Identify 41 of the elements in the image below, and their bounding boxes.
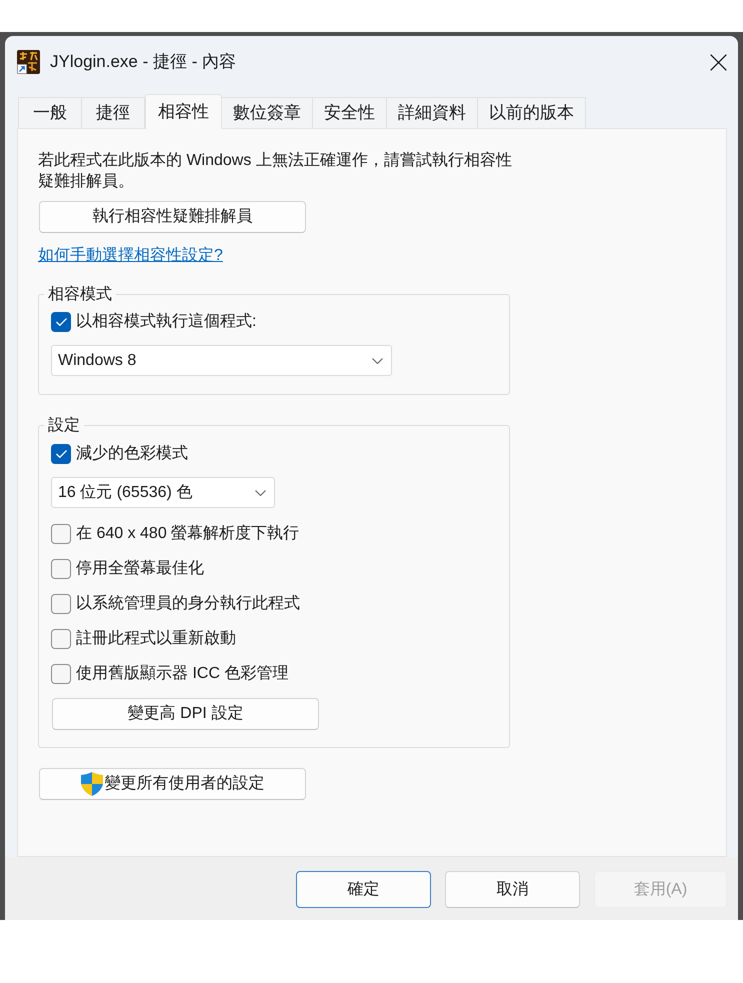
help-link[interactable]: 如何手動選擇相容性設定? — [38, 245, 223, 266]
checkbox-label: 以相容模式執行這個程式: — [76, 312, 256, 332]
group-legend: 相容模式 — [44, 284, 116, 305]
checkbox[interactable] — [51, 559, 71, 579]
checkbox-label: 使用舊版顯示器 ICC 色彩管理 — [76, 664, 288, 684]
dpi-settings-button[interactable]: 變更高 DPI 設定 — [52, 698, 319, 730]
close-icon — [710, 54, 727, 70]
tab[interactable]: 以前的版本 — [477, 97, 586, 128]
chevron-down-icon — [372, 358, 383, 364]
checkbox-label: 以系統管理員的身分執行此程式 — [76, 594, 300, 614]
tab[interactable]: 安全性 — [312, 97, 387, 128]
checkbox[interactable] — [51, 444, 71, 464]
checkbox[interactable] — [51, 594, 71, 614]
check-icon — [56, 318, 66, 326]
tab[interactable]: 相容性 — [145, 94, 222, 129]
tab[interactable]: 詳細資料 — [386, 97, 478, 128]
dropdown[interactable]: 16 位元 (65536) 色 — [51, 477, 275, 508]
dropdown[interactable]: Windows 8 — [51, 345, 392, 376]
all-users-settings-button[interactable]: 變更所有使用者的設定 — [39, 768, 306, 800]
tab[interactable]: 捷徑 — [81, 97, 145, 128]
dialog-button[interactable]: 取消 — [445, 871, 580, 908]
intro-text: 若此程式在此版本的 Windows 上無法正確運作，請嘗試執行相容性疑難排解員。 — [38, 150, 513, 192]
troubleshooter-button[interactable]: 執行相容性疑難排解員 — [39, 201, 306, 233]
app-shortcut-icon — [17, 50, 40, 74]
tab[interactable]: 一般 — [18, 97, 82, 128]
checkbox-label: 在 640 x 480 螢幕解析度下執行 — [76, 524, 300, 544]
checkbox-label: 停用全螢幕最佳化 — [76, 559, 204, 579]
tab[interactable]: 數位簽章 — [221, 97, 313, 128]
checkbox[interactable] — [51, 664, 71, 684]
checkbox[interactable] — [51, 312, 71, 332]
window-title: JYlogin.exe - 捷徑 - 內容 — [50, 51, 236, 74]
check-icon — [56, 450, 66, 458]
dialog-button[interactable]: 確定 — [296, 871, 431, 908]
checkbox-label: 註冊此程式以重新啟動 — [76, 629, 236, 649]
checkbox[interactable] — [51, 629, 71, 649]
checkbox[interactable] — [51, 524, 71, 544]
chevron-down-icon — [255, 490, 266, 496]
shield-icon — [80, 772, 102, 796]
group-legend: 設定 — [44, 415, 84, 436]
checkbox-label: 減少的色彩模式 — [76, 444, 188, 464]
close-button[interactable] — [710, 54, 727, 70]
